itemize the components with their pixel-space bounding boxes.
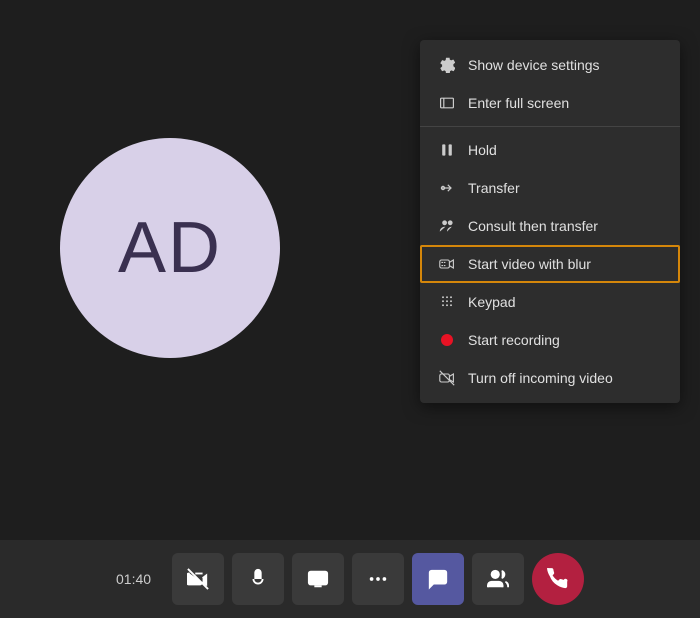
transfer-icon xyxy=(438,179,456,197)
menu-item-keypad[interactable]: Keypad xyxy=(420,283,680,321)
menu-item-consult-then-transfer[interactable]: Consult then transfer xyxy=(420,207,680,245)
context-menu: Show device settings Enter full screen H… xyxy=(420,40,680,403)
menu-label-consult-then-transfer: Consult then transfer xyxy=(468,218,598,234)
call-timer: 01:40 xyxy=(116,571,156,587)
menu-item-show-device-settings[interactable]: Show device settings xyxy=(420,46,680,84)
avatar-initials: AD xyxy=(118,207,222,289)
menu-item-turn-off-incoming-video[interactable]: Turn off incoming video xyxy=(420,359,680,397)
menu-label-turn-off-incoming-video: Turn off incoming video xyxy=(468,370,613,386)
menu-item-hold[interactable]: Hold xyxy=(420,131,680,169)
share-screen-button[interactable] xyxy=(292,553,344,605)
menu-label-transfer: Transfer xyxy=(468,180,520,196)
menu-item-start-video-blur[interactable]: Start video with blur xyxy=(420,245,680,283)
divider-1 xyxy=(420,126,680,127)
avatar-area: AD xyxy=(60,138,280,358)
mute-button[interactable] xyxy=(232,553,284,605)
menu-label-start-video-blur: Start video with blur xyxy=(468,256,591,272)
gear-icon xyxy=(438,56,456,74)
menu-label-show-device-settings: Show device settings xyxy=(468,57,600,73)
menu-item-start-recording[interactable]: Start recording xyxy=(420,321,680,359)
participants-button[interactable] xyxy=(472,553,524,605)
avatar: AD xyxy=(60,138,280,358)
end-call-button[interactable] xyxy=(532,553,584,605)
more-options-button[interactable] xyxy=(352,553,404,605)
menu-label-hold: Hold xyxy=(468,142,497,158)
video-blur-icon xyxy=(438,255,456,273)
camera-off-button[interactable] xyxy=(172,553,224,605)
toolbar: 01:40 xyxy=(0,540,700,618)
menu-label-keypad: Keypad xyxy=(468,294,515,310)
consult-transfer-icon xyxy=(438,217,456,235)
record-icon xyxy=(438,331,456,349)
fullscreen-icon xyxy=(438,94,456,112)
call-area: AD Show device settings Enter full scree… xyxy=(0,0,700,540)
menu-item-transfer[interactable]: Transfer xyxy=(420,169,680,207)
no-video-icon xyxy=(438,369,456,387)
pause-icon xyxy=(438,141,456,159)
keypad-icon xyxy=(438,293,456,311)
chat-button[interactable] xyxy=(412,553,464,605)
menu-label-start-recording: Start recording xyxy=(468,332,560,348)
menu-item-enter-full-screen[interactable]: Enter full screen xyxy=(420,84,680,122)
menu-label-enter-full-screen: Enter full screen xyxy=(468,95,569,111)
